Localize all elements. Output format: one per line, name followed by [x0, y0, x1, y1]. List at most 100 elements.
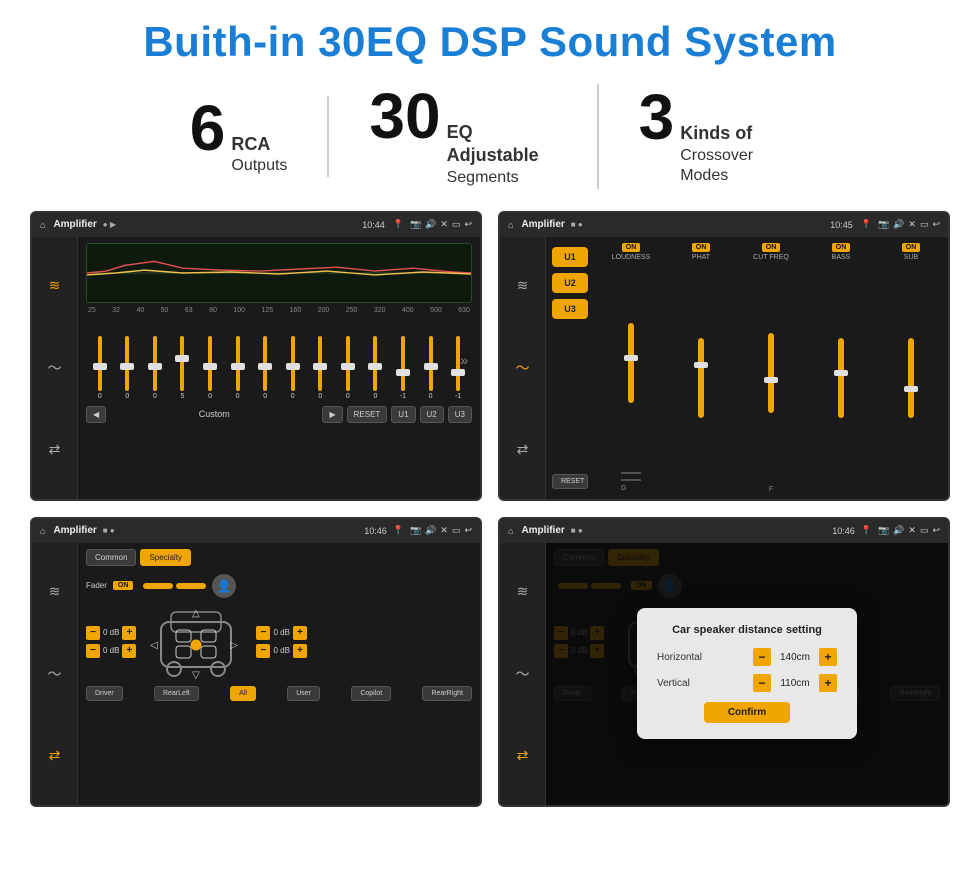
user-btn[interactable]: User: [287, 686, 320, 701]
db-value-tr: 0 dB: [273, 628, 289, 637]
vertical-minus-btn[interactable]: −: [753, 674, 771, 692]
eq-next-btn[interactable]: ▶: [322, 406, 342, 423]
minimize-icon: ▭: [452, 219, 461, 230]
crossover-u1-btn[interactable]: U1: [552, 247, 588, 267]
crossover-u3-btn[interactable]: U3: [552, 299, 588, 319]
sc-topbar-fader: ⌂ Amplifier ■ ● 10:46 📍 📷🔊✕▭↩: [32, 519, 480, 543]
tab-common[interactable]: Common: [86, 549, 136, 566]
sidebar-speaker-icon[interactable]: ⇄: [41, 436, 69, 464]
distance-sidebar: ≋ 〜 ⇄: [500, 543, 546, 805]
copilot-btn[interactable]: Copilot: [351, 686, 391, 701]
stat-eq-label: EQ Adjustable Segments: [447, 121, 557, 189]
sidebar-wave-icon[interactable]: 〜: [41, 354, 69, 382]
confirm-button[interactable]: Confirm: [704, 702, 790, 723]
sc-time-fader: 10:46: [364, 526, 387, 536]
db-minus-bl[interactable]: −: [86, 644, 100, 658]
sidebar-eq-icon-2[interactable]: ≋: [509, 272, 537, 300]
vertical-plus-btn[interactable]: +: [819, 674, 837, 692]
sidebar-speaker-icon-3[interactable]: ⇄: [41, 742, 69, 770]
sidebar-wave-icon-2[interactable]: 〜: [509, 354, 537, 382]
slider-3: 0: [146, 336, 164, 400]
u2-btn[interactable]: U2: [420, 406, 444, 423]
crossover-u2-btn[interactable]: U2: [552, 273, 588, 293]
more-sliders-icon[interactable]: »: [460, 352, 468, 368]
slider-4: 5: [173, 336, 191, 400]
fader-control-row: Fader ON 👤: [86, 574, 472, 598]
sidebar-eq-icon[interactable]: ≋: [41, 272, 69, 300]
rearleft-btn[interactable]: RearLeft: [154, 686, 199, 701]
rearright-btn[interactable]: RearRight: [422, 686, 472, 701]
fader-on-badge: ON: [113, 581, 134, 590]
db-plus-bl[interactable]: +: [122, 644, 136, 658]
screenshot-crossover: ⌂ Amplifier ■ ● 10:45 📍 📷🔊✕▭↩ ≋ 〜 ⇄: [498, 211, 950, 501]
eq-prev-btn[interactable]: ◀: [86, 406, 106, 423]
channel-sub: ON SUB: [878, 243, 944, 493]
u3-btn[interactable]: U3: [448, 406, 472, 423]
bass-on-badge: ON: [832, 243, 851, 252]
horizontal-plus-btn[interactable]: +: [819, 648, 837, 666]
svg-text:▷: ▷: [230, 640, 238, 651]
sidebar-eq-icon-3[interactable]: ≋: [41, 578, 69, 606]
eq-graph: [86, 243, 472, 303]
eq-body: ≋ 〜 ⇄ 253240506: [32, 237, 480, 499]
eq-preset-label: Custom: [110, 409, 318, 419]
phat-label: PHAT: [692, 254, 710, 261]
db-plus-tr[interactable]: +: [293, 626, 307, 640]
fader-body: ≋ 〜 ⇄ Common Specialty Fader ON: [32, 543, 480, 805]
db-minus-tr[interactable]: −: [256, 626, 270, 640]
car-diagram: △ ▽ ◁ ▷: [146, 602, 246, 682]
bass-label: BASS: [832, 254, 851, 261]
channel-bass: ON BASS: [808, 243, 874, 493]
loudness-slider[interactable]: [628, 323, 634, 403]
phat-on-badge: ON: [692, 243, 711, 252]
crossover-reset-btn[interactable]: RESET: [552, 474, 588, 489]
db-plus-br[interactable]: +: [293, 644, 307, 658]
db-plus-tl[interactable]: +: [122, 626, 136, 640]
db-control-br: − 0 dB +: [256, 644, 306, 658]
sidebar-speaker-icon-2[interactable]: ⇄: [509, 436, 537, 464]
distance-main-content: Common Specialty ON 👤: [546, 543, 948, 805]
fader-main-content: Common Specialty Fader ON 👤: [78, 543, 480, 805]
slider-8: 0: [284, 336, 302, 400]
home-icon-3: ⌂: [40, 526, 45, 536]
all-btn[interactable]: All: [230, 686, 256, 701]
sidebar-wave-icon-4[interactable]: 〜: [509, 660, 537, 688]
slider-9: 0: [311, 336, 329, 400]
profile-icon[interactable]: 👤: [212, 574, 236, 598]
phat-slider[interactable]: [698, 338, 704, 418]
fader-slider-2[interactable]: [176, 583, 206, 589]
fader-label: Fader: [86, 581, 107, 590]
reset-btn[interactable]: RESET: [347, 406, 388, 423]
db-control-tl: − 0 dB +: [86, 626, 136, 640]
sidebar-eq-icon-4[interactable]: ≋: [509, 578, 537, 606]
u1-btn[interactable]: U1: [391, 406, 415, 423]
cutfreq-label: CUT FREQ: [753, 254, 789, 261]
tab-specialty[interactable]: Specialty: [140, 549, 190, 566]
db-control-tr: − 0 dB +: [256, 626, 306, 640]
slider-2: 0: [118, 336, 136, 400]
sidebar-wave-icon-3[interactable]: 〜: [41, 660, 69, 688]
horizontal-minus-btn[interactable]: −: [753, 648, 771, 666]
slider-5: 0: [201, 336, 219, 400]
svg-text:△: △: [192, 608, 200, 619]
loudness-label: LOUDNESS: [612, 254, 651, 261]
eq-sliders: » 0 0 0 5 0 0 0 0 0 0 0 -1 0 -1: [86, 320, 472, 400]
distance-dialog: Car speaker distance setting Horizontal …: [637, 608, 857, 739]
fader-slider-1[interactable]: [143, 583, 173, 589]
home-icon-4: ⌂: [508, 526, 513, 536]
db-minus-br[interactable]: −: [256, 644, 270, 658]
sc-title-fader: Amplifier: [53, 525, 96, 536]
db-minus-tl[interactable]: −: [86, 626, 100, 640]
crossover-u-buttons: U1 U2 U3 RESET: [546, 237, 594, 499]
stat-rca-number: 6: [190, 96, 226, 160]
volume-icon: 🔊: [425, 219, 436, 230]
bass-slider[interactable]: [838, 338, 844, 418]
stat-eq: 30 EQ Adjustable Segments: [329, 84, 598, 189]
sc-time-distance: 10:46: [832, 526, 855, 536]
sidebar-speaker-icon-4[interactable]: ⇄: [509, 742, 537, 770]
db-control-bl: − 0 dB +: [86, 644, 136, 658]
sub-slider[interactable]: [908, 338, 914, 418]
cutfreq-slider[interactable]: [768, 333, 774, 413]
driver-btn[interactable]: Driver: [86, 686, 123, 701]
screenshot-eq: ⌂ Amplifier ● ▶ 10:44 📍 📷 🔊 ✕ ▭ ↩ ≋ 〜: [30, 211, 482, 501]
